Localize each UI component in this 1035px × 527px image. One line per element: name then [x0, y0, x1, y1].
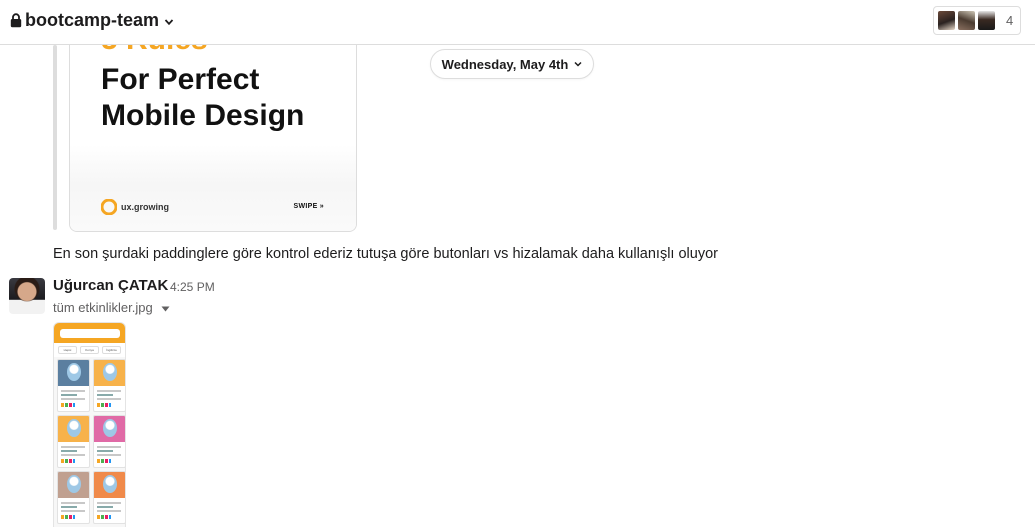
thumb-card: [93, 359, 125, 412]
thumb-card-text: [58, 442, 89, 465]
thumb-tab: Konya: [80, 346, 99, 354]
file-name-toggle[interactable]: tüm etkinlikler.jpg: [53, 300, 170, 315]
caret-down-icon: [161, 306, 170, 311]
thumb-card-image: [94, 360, 125, 386]
message-text: En son şurdaki paddinglere göre kontrol …: [53, 246, 718, 262]
thumb-card: [57, 359, 90, 412]
thumb-card: [93, 471, 125, 524]
thumb-card-image: [94, 472, 125, 498]
ux-growing-logo-icon: [101, 199, 117, 215]
thumb-tabs: Hepsi Konya İngilizce: [54, 343, 125, 357]
thumb-card-text: [94, 386, 125, 409]
thumb-card-image: [58, 360, 89, 386]
thumb-card: [57, 415, 90, 468]
thumb-card-image: [94, 416, 125, 442]
thumb-grid: [54, 357, 125, 526]
message-timestamp[interactable]: 4:25 PM: [170, 280, 215, 294]
image-wave-decoration: [70, 145, 356, 231]
image-title-line: Mobile Design: [101, 99, 305, 132]
shared-image-preview[interactable]: 5 Rules For Perfect Mobile Design ux.gro…: [69, 45, 357, 232]
image-brand: ux.growing: [101, 199, 169, 215]
slack-channel-view: bootcamp-team 4 5 Rules For Perfect Mobi…: [0, 0, 1035, 527]
thumb-tab: Hepsi: [58, 346, 77, 354]
thumb-card: [57, 471, 90, 524]
thumb-card-image: [58, 472, 89, 498]
file-name: tüm etkinlikler.jpg: [53, 300, 153, 315]
image-thumbnail[interactable]: Hepsi Konya İngilizce: [53, 322, 126, 527]
thumb-search: [60, 329, 120, 338]
sender-name[interactable]: Uğurcan ÇATAK: [53, 277, 168, 294]
member-avatar: [977, 10, 996, 31]
thumb-card-text: [58, 386, 89, 409]
thumb-card-image: [58, 416, 89, 442]
attachment-quote-bar: [53, 45, 57, 230]
brand-name: ux.growing: [121, 202, 169, 212]
chevron-down-icon: [164, 18, 174, 25]
member-count: 4: [1006, 13, 1014, 28]
member-avatar: [937, 10, 956, 31]
image-title-line: For Perfect: [101, 63, 260, 96]
member-avatar: [957, 10, 976, 31]
thumb-card-text: [94, 442, 125, 465]
swipe-label: SWIPE »: [293, 203, 324, 210]
channel-header: bootcamp-team 4: [0, 0, 1035, 45]
thumb-card-text: [94, 498, 125, 521]
thumb-header: [54, 323, 125, 343]
image-title: For Perfect Mobile Design: [101, 62, 304, 134]
members-button[interactable]: 4: [933, 6, 1021, 35]
thumb-card: [93, 415, 125, 468]
thumb-card-text: [58, 498, 89, 521]
thumb-tab: İngilizce: [102, 346, 121, 354]
date-divider-button[interactable]: Wednesday, May 4th: [430, 49, 594, 79]
channel-name: bootcamp-team: [25, 10, 160, 30]
channel-name-button[interactable]: bootcamp-team: [10, 10, 174, 31]
avatar[interactable]: [9, 278, 45, 314]
lock-icon: [10, 13, 22, 28]
image-peek-text: 5 Rules: [101, 45, 208, 57]
date-label: Wednesday, May 4th: [441, 56, 569, 72]
chevron-down-icon: [574, 61, 582, 67]
